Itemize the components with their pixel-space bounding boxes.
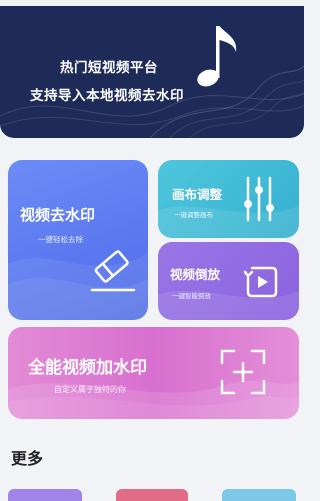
video-reverse-subtitle: 一键智能倒放 <box>172 292 211 300</box>
reverse-play-icon <box>244 266 278 298</box>
add-watermark-card[interactable]: 全能视频加水印 自定义属于独特的你 <box>8 327 299 419</box>
canvas-adjust-card[interactable]: 画布调整 一键调整画布 <box>158 160 299 238</box>
music-note-icon <box>197 26 237 87</box>
video-reverse-card[interactable]: 视频倒放 一键智能倒放 <box>158 242 299 320</box>
video-reverse-title: 视频倒放 <box>170 267 221 282</box>
add-watermark-subtitle: 自定义属于独特的你 <box>54 385 126 394</box>
sliders-icon <box>244 176 274 222</box>
add-watermark-title: 全能视频加水印 <box>28 358 147 378</box>
canvas-adjust-title: 画布调整 <box>172 187 223 202</box>
banner-subheadline: 支持导入本地视频去水印 <box>30 88 184 104</box>
remove-watermark-card[interactable]: 视频去水印 一键轻松去除 <box>8 160 148 320</box>
remove-watermark-subtitle: 一键轻松去除 <box>38 235 83 244</box>
more-section-title: 更多 <box>11 449 44 468</box>
add-frame-icon <box>220 349 266 395</box>
banner-headline: 热门短视频平台 <box>60 60 158 76</box>
more-item-card[interactable] <box>116 489 188 501</box>
remove-watermark-title: 视频去水印 <box>20 206 96 224</box>
eraser-icon <box>90 250 136 292</box>
more-item-card[interactable] <box>8 489 82 501</box>
promo-banner[interactable]: 热门短视频平台 支持导入本地视频去水印 <box>0 6 304 138</box>
canvas-adjust-subtitle: 一键调整画布 <box>174 211 213 219</box>
more-item-card[interactable] <box>222 489 296 501</box>
